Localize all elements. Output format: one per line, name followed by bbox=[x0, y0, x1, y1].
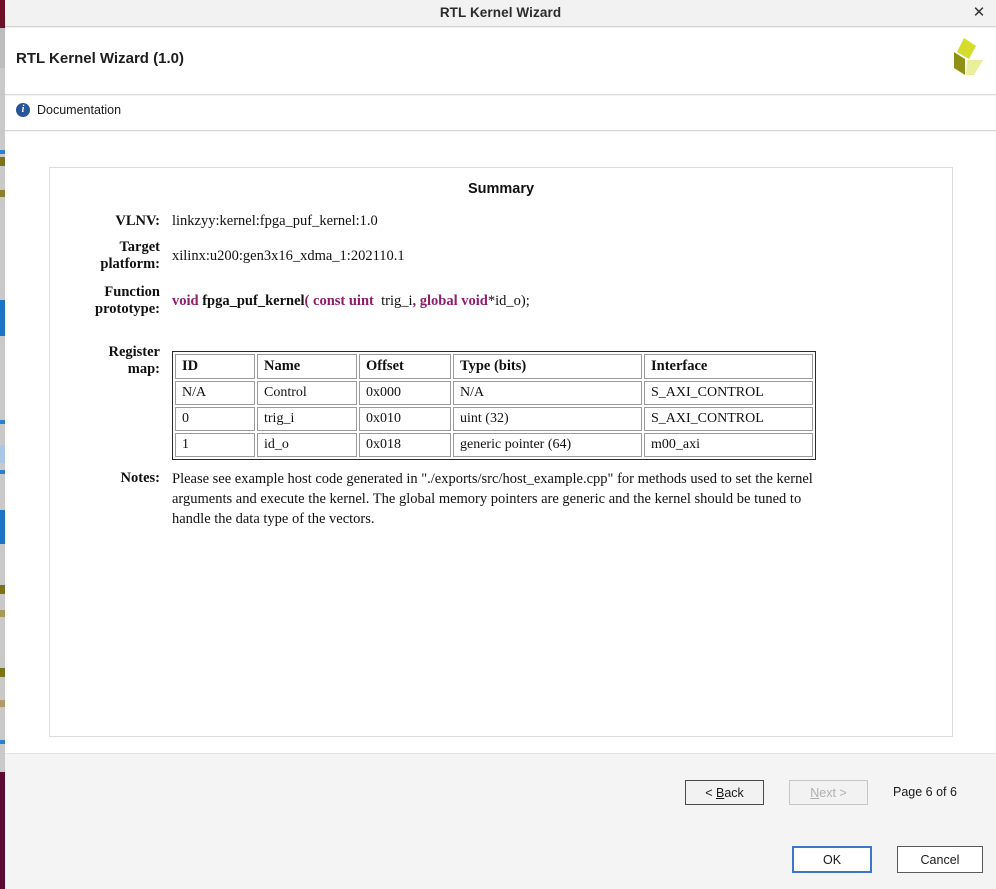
prototype-token-arg1-type: const uint bbox=[313, 293, 374, 309]
wizard-header: RTL Kernel Wizard (1.0) bbox=[5, 28, 996, 95]
cell-offset: 0x018 bbox=[359, 433, 451, 457]
register-map-label-line2: map: bbox=[127, 361, 160, 377]
function-prototype-label-line2: prototype: bbox=[95, 301, 160, 317]
target-platform-value: xilinx:u200:gen3x16_xdma_1:202110.1 bbox=[172, 248, 405, 264]
column-header-name: Name bbox=[257, 354, 357, 379]
next-button[interactable]: Next > bbox=[789, 780, 868, 805]
function-prototype-value: void fpga_puf_kernel( const uint trig_i,… bbox=[172, 293, 530, 310]
cell-interface: S_AXI_CONTROL bbox=[644, 407, 813, 431]
prototype-token-arg1-name: trig_i bbox=[381, 293, 413, 309]
summary-heading: Summary bbox=[467, 181, 535, 197]
window-title: RTL Kernel Wizard bbox=[439, 5, 562, 20]
cell-type: generic pointer (64) bbox=[453, 433, 642, 457]
vlnv-label: VLNV: bbox=[115, 213, 160, 229]
table-row: 0 trig_i 0x010 uint (32) S_AXI_CONTROL bbox=[175, 407, 813, 431]
cell-name: Control bbox=[257, 381, 357, 405]
vlnv-value: linkzyy:kernel:fpga_puf_kernel:1.0 bbox=[172, 213, 378, 229]
documentation-link[interactable]: i Documentation bbox=[16, 103, 121, 117]
cell-type: N/A bbox=[453, 381, 642, 405]
prototype-token-return-type: void bbox=[172, 293, 199, 309]
cell-offset: 0x010 bbox=[359, 407, 451, 431]
prototype-token-arg2-name: *id_o); bbox=[487, 293, 530, 309]
column-header-id: ID bbox=[175, 354, 255, 379]
function-prototype-label-line1: Function bbox=[104, 284, 160, 300]
cell-name: trig_i bbox=[257, 407, 357, 431]
target-platform-label-line2: platform: bbox=[100, 256, 160, 272]
ok-button[interactable]: OK bbox=[792, 846, 872, 873]
next-button-label: ext > bbox=[819, 785, 847, 800]
xilinx-logo-icon bbox=[938, 34, 990, 86]
cell-id: 1 bbox=[175, 433, 255, 457]
cell-interface: S_AXI_CONTROL bbox=[644, 381, 813, 405]
column-header-interface: Interface bbox=[644, 354, 813, 379]
wizard-footer: < Back Next > Page 6 of 6 OK Cancel bbox=[5, 754, 996, 889]
close-icon[interactable]: ✕ bbox=[968, 3, 990, 23]
notes-label: Notes: bbox=[120, 470, 160, 486]
target-platform-label-line1: Target bbox=[119, 239, 160, 255]
next-button-mnemonic: N bbox=[810, 785, 820, 800]
column-header-offset: Offset bbox=[359, 354, 451, 379]
summary-panel: Summary VLNV: linkzyy:kernel:fpga_puf_ke… bbox=[49, 167, 953, 737]
back-button-prefix: < bbox=[705, 785, 716, 800]
prototype-token-function-name: fpga_puf_kernel bbox=[202, 293, 305, 309]
back-button-label: ack bbox=[724, 785, 744, 800]
cell-id: N/A bbox=[175, 381, 255, 405]
documentation-bar: i Documentation bbox=[5, 96, 996, 131]
cell-type: uint (32) bbox=[453, 407, 642, 431]
rtl-kernel-wizard-window: RTL Kernel Wizard ✕ RTL Kernel Wizard (1… bbox=[0, 0, 996, 889]
back-button[interactable]: < Back bbox=[685, 780, 764, 805]
page-title: RTL Kernel Wizard (1.0) bbox=[16, 50, 184, 67]
function-prototype-label: Function prototype: bbox=[50, 284, 160, 318]
table-header-row: ID Name Offset Type (bits) Interface bbox=[175, 354, 813, 379]
info-icon: i bbox=[16, 103, 30, 117]
wizard-body: Summary VLNV: linkzyy:kernel:fpga_puf_ke… bbox=[5, 132, 996, 753]
page-indicator: Page 6 of 6 bbox=[893, 785, 957, 799]
cancel-button[interactable]: Cancel bbox=[897, 846, 983, 873]
documentation-label: Documentation bbox=[37, 103, 122, 117]
cell-name: id_o bbox=[257, 433, 357, 457]
table-row: 1 id_o 0x018 generic pointer (64) m00_ax… bbox=[175, 433, 813, 457]
target-platform-label: Target platform: bbox=[50, 239, 160, 273]
column-header-type: Type (bits) bbox=[453, 354, 642, 379]
title-bar: RTL Kernel Wizard ✕ bbox=[5, 0, 996, 27]
table-row: N/A Control 0x000 N/A S_AXI_CONTROL bbox=[175, 381, 813, 405]
register-map-table: ID Name Offset Type (bits) Interface N/A… bbox=[172, 351, 816, 460]
cell-offset: 0x000 bbox=[359, 381, 451, 405]
register-map-label: Register map: bbox=[50, 344, 160, 378]
cell-interface: m00_axi bbox=[644, 433, 813, 457]
register-map-label-line1: Register bbox=[108, 344, 160, 360]
cell-id: 0 bbox=[175, 407, 255, 431]
prototype-token-arg2-type: global void bbox=[419, 293, 488, 309]
notes-value: Please see example host code generated i… bbox=[172, 471, 813, 527]
